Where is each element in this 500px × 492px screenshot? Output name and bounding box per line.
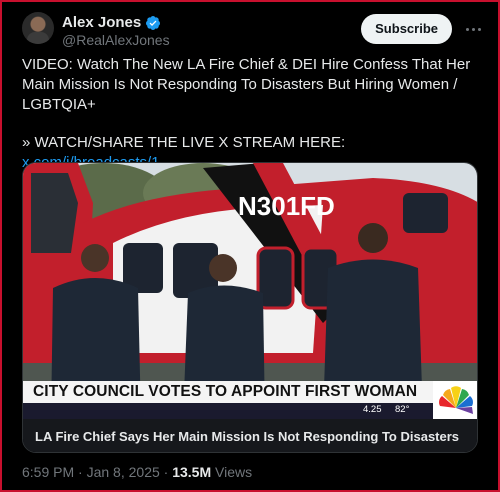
news-ticker: 4.25 82° [23, 403, 433, 419]
verified-badge-icon [146, 15, 161, 30]
views-label: Views [211, 464, 253, 480]
views-count: 13.5M [172, 464, 212, 480]
video-thumbnail[interactable]: N301FD CITY COUNCIL VOTES TO APPOINT FIR… [23, 163, 477, 419]
avatar[interactable] [22, 12, 54, 44]
tweet-text-line1: VIDEO: Watch The New LA Fire Chief & DEI… [22, 56, 471, 113]
ticker-temp: 82° [395, 404, 410, 415]
news-chyron: CITY COUNCIL VOTES TO APPOINT FIRST WOMA… [23, 381, 433, 419]
media-card[interactable]: N301FD CITY COUNCIL VOTES TO APPOINT FIR… [22, 162, 478, 453]
media-caption[interactable]: LA Fire Chief Says Her Main Mission Is N… [23, 419, 477, 452]
subscribe-button[interactable]: Subscribe [361, 14, 452, 44]
tweet-text: VIDEO: Watch The New LA Fire Chief & DEI… [22, 55, 484, 173]
tweet-text-line2: » WATCH/SHARE THE LIVE X STREAM HERE: [22, 134, 346, 151]
tweet-meta: 6:59 PM · Jan 8, 2025 · 13.5M Views [22, 464, 252, 480]
tweet-time[interactable]: 6:59 PM [22, 464, 74, 480]
tweet-header: Alex Jones @RealAlexJones Subscribe [22, 12, 488, 52]
tail-number: N301FD [238, 191, 335, 221]
ticker-time: 4.25 [363, 404, 382, 415]
meta-separator: · [74, 464, 87, 480]
handle[interactable]: @RealAlexJones [62, 32, 170, 48]
tweet-date[interactable]: Jan 8, 2025 [87, 464, 160, 480]
more-horizontal-icon[interactable] [458, 14, 488, 44]
display-name[interactable]: Alex Jones [62, 14, 141, 31]
nbc-peacock-logo [433, 381, 477, 419]
meta-separator: · [159, 464, 173, 480]
author-name-row[interactable]: Alex Jones [62, 14, 161, 31]
